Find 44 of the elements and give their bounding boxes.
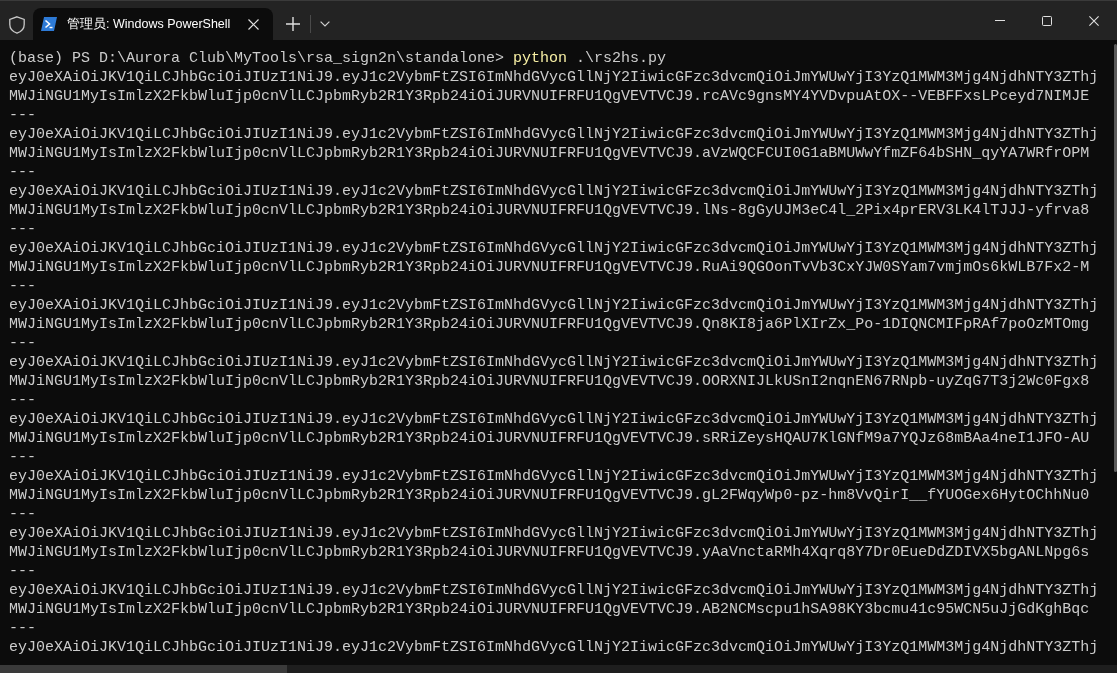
terminal-icon bbox=[41, 17, 57, 31]
output-line: --- bbox=[9, 562, 36, 581]
prompt-text: (base) PS D:\Aurora Club\MyTools\rsa_sign2n\standalone> bbox=[9, 49, 505, 68]
output-line: --- bbox=[9, 391, 36, 410]
output-line: MWJiNGU1MyIsImlzX2FkbWluIjp0cnVlLCJpbmRyb2R1Y3Rpb24iOiJURVNUIFRFU1QgVEVTVCJ9.gL2FWqyWp0-pz-hm8VvQirI__fYUOGex6HytOChhNu0 bbox=[9, 486, 1090, 505]
output-line: MWJiNGU1MyIsImlzX2FkbWluIjp0cnVlLCJpbmRyb2R1Y3Rpb24iOiJURVNUIFRFU1QgVEVTVCJ9.AB2NCMscpu1hSA98KY3bcmu41c95WCN5uJjGdKghBqc bbox=[9, 600, 1090, 619]
command-text: python bbox=[513, 49, 568, 68]
output-line: --- bbox=[9, 505, 36, 524]
output-line: MWJiNGU1MyIsImlzX2FkbWluIjp0cnVlLCJpbmRyb2R1Y3Rpb24iOiJURVNUIFRFU1QgVEVTVCJ9.Qn8KI8ja6PlXIrZx_Po-1DIQNCMIFpRAf7poOzMTOmg bbox=[9, 315, 1090, 334]
output-line: eyJ0eXAiOiJKV1QiLCJhbGciOiJIUzI1NiJ9.eyJ1c2VybmFtZSI6ImNhdGVycGllNjY2IiwicGFzc3dvcmQiOiJmYWUwYjI3YzQ1MWM3Mjg4NjdhNTY3ZThj bbox=[9, 68, 1099, 87]
output-line: eyJ0eXAiOiJKV1QiLCJhbGciOiJIUzI1NiJ9.eyJ1c2VybmFtZSI6ImNhdGVycGllNjY2IiwicGFzc3dvcmQiOiJmYWUwYjI3YzQ1MWM3Mjg4NjdhNTY3ZThj bbox=[9, 182, 1099, 201]
output-line: MWJiNGU1MyIsImlzX2FkbWluIjp0cnVlLCJpbmRyb2R1Y3Rpb24iOiJURVNUIFRFU1QgVEVTVCJ9.lNs-8gGyUJM3eC4l_2Pix4prERV3LK4lTJJJ-yfrva8 bbox=[9, 201, 1090, 220]
output-line: eyJ0eXAiOiJKV1QiLCJhbGciOiJIUzI1NiJ9.eyJ1c2VybmFtZSI6ImNhdGVycGllNjY2IiwicGFzc3dvcmQiOiJmYWUwYjI3YzQ1MWM3Mjg4NjdhNTY3ZThj bbox=[9, 296, 1099, 315]
output-line: eyJ0eXAiOiJKV1QiLCJhbGciOiJIUzI1NiJ9.eyJ1c2VybmFtZSI6ImNhdGVycGllNjY2IiwicGFzc3dvcmQiOiJmYWUwYjI3YzQ1MWM3Mjg4NjdhNTY3ZThj bbox=[9, 125, 1099, 144]
output-line: MWJiNGU1MyIsImlzX2FkbWluIjp0cnVlLCJpbmRyb2R1Y3Rpb24iOiJURVNUIFRFU1QgVEVTVCJ9.rcAVc9gnsMY4YVDvpuAtOX--VEBFFxsLPceyd7NIMJE bbox=[9, 87, 1090, 106]
output-line: eyJ0eXAiOiJKV1QiLCJhbGciOiJIUzI1NiJ9.eyJ1c2VybmFtZSI6ImNhdGVycGllNjY2IiwicGFzc3dvcmQiOiJmYWUwYjI3YzQ1MWM3Mjg4NjdhNTY3ZThj bbox=[9, 638, 1099, 657]
shield-icon bbox=[9, 16, 25, 34]
output-line: --- bbox=[9, 220, 36, 239]
output-line: MWJiNGU1MyIsImlzX2FkbWluIjp0cnVlLCJpbmRyb2R1Y3Rpb24iOiJURVNUIFRFU1QgVEVTVCJ9.yAaVnctaRMh4Xqrq8Y7Dr0EueDdZDIVX5bgANLNpg6s bbox=[9, 543, 1090, 562]
output-line: --- bbox=[9, 163, 36, 182]
output-line: MWJiNGU1MyIsImlzX2FkbWluIjp0cnVlLCJpbmRyb2R1Y3Rpb24iOiJURVNUIFRFU1QgVEVTVCJ9.OORXNIJLkUSnI2nqnEN67RNpb-uyZqG7T3j2Wc0Fgx8 bbox=[9, 372, 1090, 391]
output-line: --- bbox=[9, 448, 36, 467]
close-icon bbox=[1088, 15, 1099, 26]
output-line: MWJiNGU1MyIsImlzX2FkbWluIjp0cnVlLCJpbmRyb2R1Y3Rpb24iOiJURVNUIFRFU1QgVEVTVCJ9.sRRiZeysHQAU7KlGNfM9a7YQJz68mBAa4neI1JFO-AU bbox=[9, 429, 1090, 448]
output-line: --- bbox=[9, 334, 36, 353]
output-line: eyJ0eXAiOiJKV1QiLCJhbGciOiJIUzI1NiJ9.eyJ1c2VybmFtZSI6ImNhdGVycGllNjY2IiwicGFzc3dvcmQiOiJmYWUwYjI3YzQ1MWM3Mjg4NjdhNTY3ZThj bbox=[9, 524, 1099, 543]
scrollbar-thumb[interactable] bbox=[1114, 44, 1117, 472]
output-line: eyJ0eXAiOiJKV1QiLCJhbGciOiJIUzI1NiJ9.eyJ1c2VybmFtZSI6ImNhdGVycGllNjY2IiwicGFzc3dvcmQiOiJmYWUwYjI3YzQ1MWM3Mjg4NjdhNTY3ZThj bbox=[9, 410, 1099, 429]
tab[interactable]: 管理员: Windows PowerShell bbox=[33, 8, 273, 40]
plus-icon bbox=[286, 17, 300, 31]
output-line: MWJiNGU1MyIsImlzX2FkbWluIjp0cnVlLCJpbmRyb2R1Y3Rpb24iOiJURVNUIFRFU1QgVEVTVCJ9.aVzWQCFCUI0G1aBMUWwYfmZF64bSHN_qyYA7WRfrOPM bbox=[9, 144, 1090, 163]
output-line: --- bbox=[9, 277, 36, 296]
close-icon bbox=[247, 18, 259, 30]
output-line: eyJ0eXAiOiJKV1QiLCJhbGciOiJIUzI1NiJ9.eyJ1c2VybmFtZSI6ImNhdGVycGllNjY2IiwicGFzc3dvcmQiOiJmYWUwYjI3YzQ1MWM3Mjg4NjdhNTY3ZThj bbox=[9, 467, 1099, 486]
chevron-down-icon bbox=[320, 21, 330, 27]
output-line: --- bbox=[9, 619, 36, 638]
output-line: eyJ0eXAiOiJKV1QiLCJhbGciOiJIUzI1NiJ9.eyJ1c2VybmFtZSI6ImNhdGVycGllNjY2IiwicGFzc3dvcmQiOiJmYWUwYjI3YzQ1MWM3Mjg4NjdhNTY3ZThj bbox=[9, 581, 1099, 600]
output-line: MWJiNGU1MyIsImlzX2FkbWluIjp0cnVlLCJpbmRyb2R1Y3Rpb24iOiJURVNUIFRFU1QgVEVTVCJ9.RuAi9QGOonTvVb3CxYJW0SYam7vmjmOs6kWLB7Fx2-M bbox=[9, 258, 1090, 277]
command-argument: .\rs2hs.py bbox=[576, 49, 667, 68]
output-line: eyJ0eXAiOiJKV1QiLCJhbGciOiJIUzI1NiJ9.eyJ1c2VybmFtZSI6ImNhdGVycGllNjY2IiwicGFzc3dvcmQiOiJmYWUwYjI3YzQ1MWM3Mjg4NjdhNTY3ZThj bbox=[9, 353, 1099, 372]
output-line: eyJ0eXAiOiJKV1QiLCJhbGciOiJIUzI1NiJ9.eyJ1c2VybmFtZSI6ImNhdGVycGllNjY2IiwicGFzc3dvcmQiOiJmYWUwYjI3YzQ1MWM3Mjg4NjdhNTY3ZThj bbox=[9, 239, 1099, 258]
maximize-icon bbox=[1041, 15, 1052, 26]
minimize-icon bbox=[994, 20, 1005, 21]
output-line: --- bbox=[9, 106, 36, 125]
